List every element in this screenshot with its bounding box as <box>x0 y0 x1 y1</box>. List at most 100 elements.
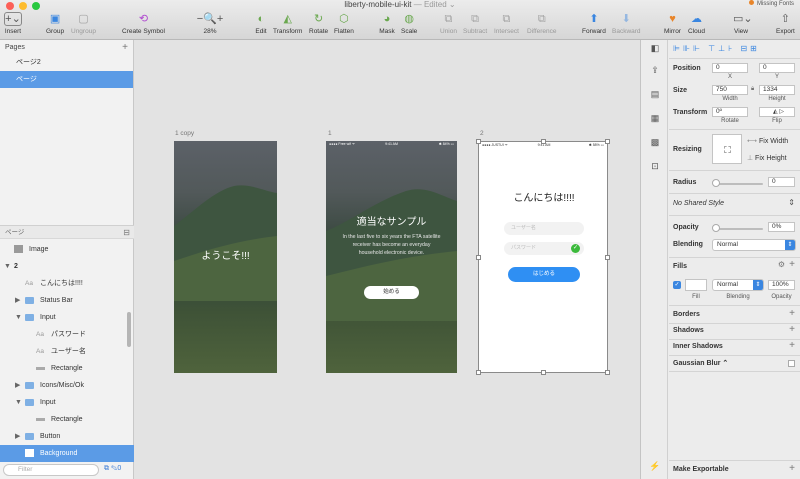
mirror-button[interactable]: ♥ Mirror <box>664 12 681 35</box>
transform-button[interactable]: ◭ Transform <box>273 12 302 35</box>
x-field[interactable]: 0 <box>712 63 748 73</box>
fix-width-option[interactable]: ⟷ Fix Width <box>747 137 788 145</box>
flatten-button[interactable]: ⬡ Flatten <box>334 12 354 35</box>
add-page-icon[interactable]: + <box>122 41 128 54</box>
align-icons[interactable]: ⊫⊪⊩ ⊤⊥⊦ ⊟⊞ <box>673 44 760 53</box>
filter-input[interactable]: Filter <box>3 464 99 476</box>
gear-icon[interactable]: ⚙ <box>778 260 785 269</box>
radius-slider[interactable] <box>715 183 763 185</box>
add-border-icon[interactable]: + <box>789 308 795 319</box>
rotate-button[interactable]: ↻ Rotate <box>309 12 328 35</box>
create-symbol-button[interactable]: ⟲ Create Symbol <box>122 12 165 35</box>
group-button[interactable]: ▣ Group <box>46 12 64 35</box>
fill-checkbox[interactable]: ✓ <box>673 281 681 289</box>
resize-handle[interactable] <box>476 370 481 375</box>
view-button[interactable]: ▭⌄ View <box>733 12 753 35</box>
disclosure-open-icon[interactable]: ▼ <box>15 309 22 326</box>
lightning-icon[interactable]: ⚡ <box>648 460 662 472</box>
chevron-updown-icon[interactable]: ⇕ <box>788 198 795 207</box>
blur-checkbox[interactable] <box>788 360 795 367</box>
rotate-field[interactable]: 0º <box>712 107 748 117</box>
grid-icon[interactable]: ▩ <box>648 136 662 148</box>
y-field[interactable]: 0 <box>759 63 795 73</box>
opacity-slider[interactable] <box>715 228 763 230</box>
opacity-slider-knob[interactable] <box>712 224 720 232</box>
artboard-label[interactable]: 1 copy <box>175 130 194 137</box>
resize-handle[interactable] <box>476 139 481 144</box>
layer-row[interactable]: ▶ Status Bar <box>0 292 134 309</box>
flip-buttons[interactable]: ◭ ▷ <box>759 107 795 117</box>
print-icon[interactable]: ▤ <box>648 88 662 100</box>
preview-icon[interactable]: ⊡ <box>648 160 662 172</box>
add-fill-icon[interactable]: + <box>789 259 795 270</box>
gaussian-blur-label[interactable]: Gaussian Blur ⌃ <box>673 359 728 367</box>
layer-row[interactable]: ▼ Input <box>0 309 134 326</box>
export-button[interactable]: ⇧ Export <box>776 12 795 35</box>
canvas[interactable]: 1 copy ようこそ!!! 1 ●●●● Free wif ᯤ 9:41 AM… <box>135 40 640 479</box>
add-shadow-icon[interactable]: + <box>789 324 795 335</box>
share-icon[interactable]: ⇪ <box>648 64 662 76</box>
union-button[interactable]: ⧉ Union <box>440 12 457 35</box>
resize-handle[interactable] <box>476 255 481 260</box>
resize-handle[interactable] <box>541 370 546 375</box>
layer-row[interactable]: ▼ 2 <box>0 258 134 275</box>
layer-row[interactable]: Aa パスワード <box>0 326 134 343</box>
disclosure-closed-icon[interactable]: ▶ <box>15 428 20 445</box>
height-field[interactable]: 1334 <box>759 85 795 95</box>
layer-row[interactable]: ▶ Icons/Misc/Ok <box>0 377 134 394</box>
layout-icon[interactable]: ▦ <box>648 112 662 124</box>
disclosure-closed-icon[interactable]: ▶ <box>15 377 20 394</box>
layer-row[interactable]: Background <box>0 445 134 462</box>
disclosure-closed-icon[interactable]: ▶ <box>15 292 20 309</box>
start-button[interactable]: はじめる <box>508 267 580 282</box>
opacity-field[interactable]: 0% <box>768 222 795 232</box>
lock-icon[interactable]: 🔒︎ <box>751 86 754 93</box>
page-item[interactable]: ページ <box>0 71 133 88</box>
insert-button[interactable]: +⌄ Insert <box>4 12 22 35</box>
resize-handle[interactable] <box>605 139 610 144</box>
fix-height-option[interactable]: ⊥ Fix Height <box>747 154 787 162</box>
blending-select[interactable]: Normal ⇕ <box>712 239 796 251</box>
ungroup-button[interactable]: ▢ Ungroup <box>71 12 96 35</box>
shared-style-select[interactable]: No Shared Style <box>673 200 724 207</box>
artboard-1-copy[interactable]: ようこそ!!! <box>174 141 277 373</box>
cloud-button[interactable]: ☁ Cloud <box>688 12 705 35</box>
resize-handle[interactable] <box>605 370 610 375</box>
artboard-2[interactable]: ●●●● JUSTUI ᯤ 9:41 AM ✱ 58% ▭ こんにちは!!!! … <box>476 139 610 375</box>
disclosure-open-icon[interactable]: ▼ <box>4 258 11 275</box>
width-field[interactable]: 750 <box>712 85 748 95</box>
edit-button[interactable]: ◐ Edit <box>253 12 269 35</box>
intersect-button[interactable]: ⧉ Intersect <box>494 12 519 35</box>
resizing-widget[interactable] <box>712 134 742 164</box>
layer-row[interactable]: Aa ユーザー名 <box>0 343 134 360</box>
artboard-1[interactable]: ●●●● Free wif ᯤ 9:41 AM ✱ 84% ▭ 適当なサンプル … <box>326 141 457 373</box>
layers-scrollbar[interactable] <box>127 312 131 347</box>
scale-button[interactable]: ◍ Scale <box>401 12 417 35</box>
radius-slider-knob[interactable] <box>712 179 720 187</box>
add-inner-shadow-icon[interactable]: + <box>789 340 795 351</box>
layer-filter-icons[interactable]: ⧉ ✎0 <box>104 465 121 473</box>
layer-row[interactable]: Aa こんにちは!!!! <box>0 275 134 292</box>
resize-handle[interactable] <box>541 139 546 144</box>
collapse-icon[interactable]: ⊟ <box>123 226 130 240</box>
username-field[interactable]: ユーザー名 <box>504 222 584 235</box>
forward-button[interactable]: ⬆ Forward <box>582 12 606 35</box>
page-item[interactable]: ページ2 <box>0 54 133 71</box>
fill-color-swatch[interactable] <box>685 279 707 291</box>
zoom-control[interactable]: −🔍+ 28% <box>194 12 226 35</box>
fill-opacity-field[interactable]: 100% <box>768 280 795 290</box>
radius-field[interactable]: 0 <box>768 177 795 187</box>
layer-row[interactable]: Rectangle <box>0 411 134 428</box>
layer-row[interactable]: ▼ Input <box>0 394 134 411</box>
resize-handle[interactable] <box>605 255 610 260</box>
missing-fonts-warning[interactable]: Missing Fonts <box>749 0 794 8</box>
layer-row[interactable]: Image <box>0 241 134 258</box>
fill-blend-select[interactable]: Normal ⇕ <box>712 279 764 291</box>
difference-button[interactable]: ⧉ Difference <box>527 12 557 35</box>
toggle-panel-icon[interactable]: ◧ <box>648 42 662 54</box>
artboard-label[interactable]: 1 <box>328 130 332 137</box>
start-button[interactable]: 始める <box>364 286 419 299</box>
subtract-button[interactable]: ⧉ Subtract <box>463 12 487 35</box>
artboard-label[interactable]: 2 <box>480 130 484 137</box>
backward-button[interactable]: ⬇ Backward <box>612 12 641 35</box>
